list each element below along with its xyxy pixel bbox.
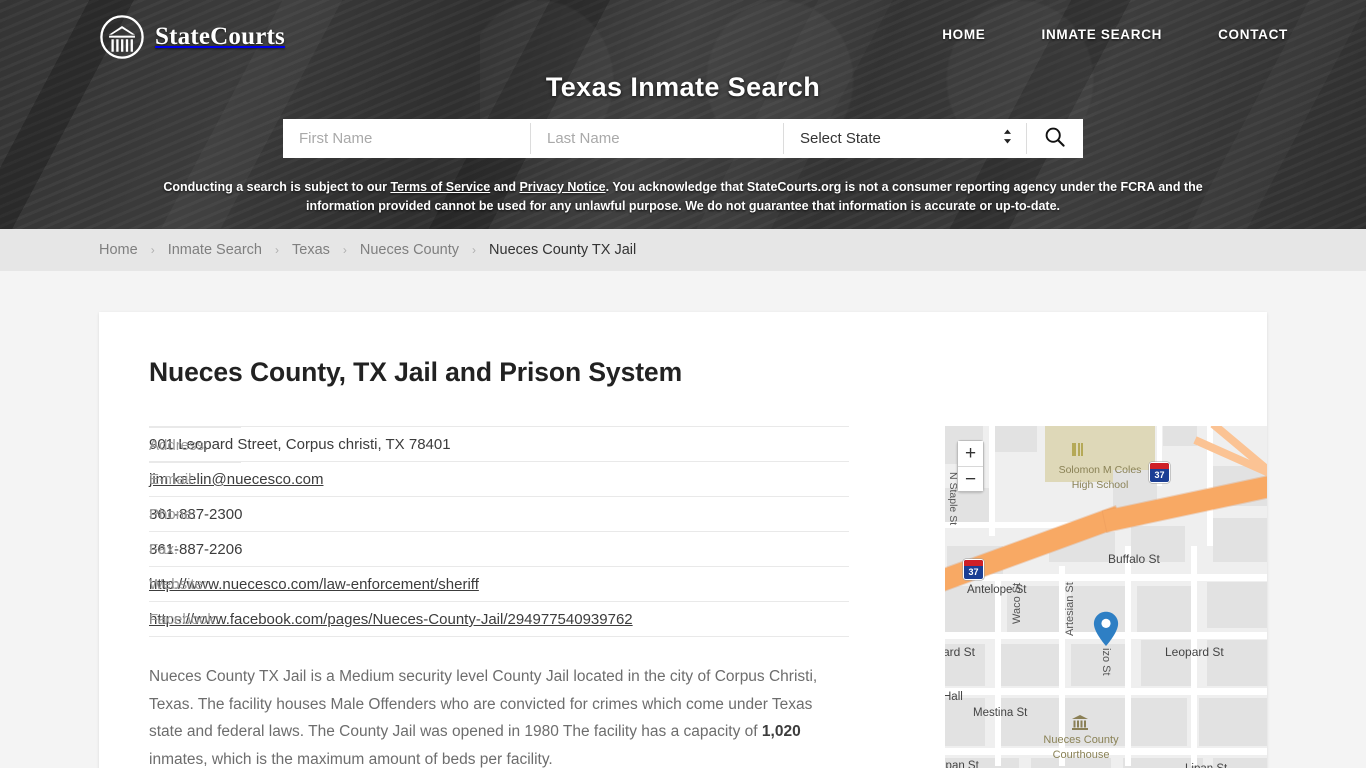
description-text-before: Nueces County TX Jail is a Medium securi… bbox=[149, 668, 818, 740]
map-column: 37 37 Solomon M Coles High School N Stap… bbox=[945, 426, 1267, 768]
highway-shield-number: 37 bbox=[968, 567, 979, 577]
state-select-wrapper: Select State bbox=[784, 119, 1026, 158]
map-label-buffalo-st: Buffalo St bbox=[1108, 552, 1160, 566]
logo-text: StateCourts bbox=[155, 23, 285, 50]
state-select[interactable]: Select State bbox=[784, 119, 1026, 158]
map-label-mestina-st: Mestina St bbox=[973, 707, 1028, 719]
row-label-fax: Fax: bbox=[149, 532, 241, 567]
search-submit-button[interactable] bbox=[1026, 123, 1083, 154]
map-road bbox=[945, 574, 1267, 581]
map-label-artesian-st: Artesian St bbox=[1064, 582, 1076, 636]
map-block bbox=[997, 644, 1059, 686]
main-navigation: HOME INMATE SEARCH CONTACT bbox=[942, 27, 1288, 42]
privacy-notice-link[interactable]: Privacy Notice bbox=[519, 180, 605, 194]
description-capacity: 1,020 bbox=[761, 723, 801, 740]
map-label-solomon-m-coles-high-school: Solomon M Coles bbox=[1058, 464, 1142, 476]
breadcrumb-separator: › bbox=[472, 243, 477, 257]
site-logo[interactable]: StateCourts bbox=[99, 14, 285, 60]
row-label-website: Website: bbox=[149, 567, 241, 602]
content-card: Nueces County, TX Jail and Prison System… bbox=[99, 312, 1267, 768]
map-label-nueces-county-courthouse: Nueces County bbox=[1043, 734, 1119, 746]
map-block bbox=[989, 426, 1037, 452]
map-road bbox=[945, 688, 1267, 695]
map-marker-icon[interactable] bbox=[1093, 611, 1119, 647]
row-value-facebook: https://www.facebook.com/pages/Nueces-Co… bbox=[149, 601, 849, 637]
school-icon bbox=[1071, 442, 1085, 463]
map-label-leopard-st-left: ard St bbox=[945, 645, 976, 659]
disclaimer-text-2: and bbox=[490, 180, 520, 194]
page-body: Nueces County, TX Jail and Prison System… bbox=[0, 271, 1366, 768]
location-map[interactable]: 37 37 Solomon M Coles High School N Stap… bbox=[945, 426, 1267, 768]
breadcrumb-current: Nueces County TX Jail bbox=[489, 242, 637, 258]
breadcrumb: Home › Inmate Search › Texas › Nueces Co… bbox=[99, 242, 636, 258]
table-row: Address: 901 Leopard Street, Corpus chri… bbox=[149, 426, 849, 463]
terms-of-service-link[interactable]: Terms of Service bbox=[390, 180, 490, 194]
table-row: Fax: 361-887-2206 bbox=[149, 531, 849, 567]
nav-item-home[interactable]: HOME bbox=[942, 27, 985, 42]
breadcrumb-item-nueces-county[interactable]: Nueces County bbox=[360, 242, 459, 258]
facility-details-column: Address: 901 Leopard Street, Corpus chri… bbox=[149, 426, 897, 768]
row-value-phone: 361-887-2300 bbox=[149, 496, 849, 532]
map-block bbox=[1207, 582, 1267, 628]
nav-item-inmate-search[interactable]: INMATE SEARCH bbox=[1042, 27, 1163, 42]
table-row: Phone: 361-887-2300 bbox=[149, 496, 849, 532]
breadcrumb-separator: › bbox=[275, 243, 279, 257]
row-value-fax: 361-887-2206 bbox=[149, 531, 849, 567]
courthouse-icon bbox=[1071, 714, 1089, 736]
table-row: E-mail: jim.kaelin@nuecesco.com bbox=[149, 461, 849, 497]
map-label-city-hall: Hall bbox=[945, 691, 963, 703]
facility-info-table: Address: 901 Leopard Street, Corpus chri… bbox=[149, 426, 849, 637]
inmate-search-form: Select State bbox=[283, 119, 1083, 158]
map-road bbox=[995, 576, 1001, 766]
map-zoom-in-button[interactable]: + bbox=[958, 441, 983, 466]
map-label-nueces-county-courthouse-line2: Courthouse bbox=[1052, 749, 1110, 761]
row-label-email: E-mail: bbox=[149, 462, 241, 497]
map-block bbox=[1163, 426, 1197, 446]
map-zoom-out-button[interactable]: − bbox=[958, 466, 983, 491]
row-label-phone: Phone: bbox=[149, 497, 241, 532]
row-value-address: 901 Leopard Street, Corpus christi, TX 7… bbox=[149, 426, 849, 462]
breadcrumb-item-inmate-search[interactable]: Inmate Search bbox=[168, 242, 262, 258]
map-block bbox=[1137, 586, 1193, 632]
search-icon bbox=[1044, 126, 1066, 151]
highway-shield-i37: 37 bbox=[963, 559, 984, 580]
map-label-solomon-m-coles-high-school-line2: High School bbox=[1071, 479, 1129, 491]
breadcrumb-separator: › bbox=[342, 243, 347, 257]
breadcrumb-item-texas[interactable]: Texas bbox=[292, 242, 330, 258]
breadcrumb-separator: › bbox=[150, 243, 155, 257]
description-text-after: inmates, which is the maximum amount of … bbox=[149, 750, 553, 768]
map-block bbox=[1213, 518, 1267, 562]
facility-description: Nueces County TX Jail is a Medium securi… bbox=[149, 663, 849, 768]
row-label-facebook: Facebook: bbox=[149, 602, 241, 637]
breadcrumb-item-home[interactable]: Home bbox=[99, 242, 138, 258]
table-row: Facebook: https://www.facebook.com/pages… bbox=[149, 601, 849, 637]
disclaimer-text-1: Conducting a search is subject to our bbox=[163, 180, 391, 194]
breadcrumb-bar: Home › Inmate Search › Texas › Nueces Co… bbox=[0, 229, 1366, 271]
courthouse-circle-icon bbox=[99, 14, 145, 60]
map-label-lipan-st-left: ipan St bbox=[945, 760, 979, 768]
first-name-input[interactable] bbox=[283, 119, 530, 158]
last-name-input[interactable] bbox=[531, 119, 783, 158]
site-header: StateCourts HOME INMATE SEARCH CONTACT T… bbox=[0, 0, 1366, 229]
row-label-address: Address: bbox=[149, 426, 241, 463]
map-road bbox=[1125, 546, 1131, 766]
map-label-waco-st: Waco St bbox=[1011, 582, 1023, 624]
nav-item-contact[interactable]: CONTACT bbox=[1218, 27, 1288, 42]
search-disclaimer: Conducting a search is subject to our Te… bbox=[0, 178, 1366, 216]
row-value-email: jim.kaelin@nuecesco.com bbox=[149, 461, 849, 497]
hero-title: Texas Inmate Search bbox=[545, 72, 821, 102]
map-road bbox=[989, 426, 995, 536]
map-zoom-controls: + − bbox=[957, 440, 984, 492]
table-row: Website: http://www.nuecesco.com/law-enf… bbox=[149, 566, 849, 602]
page-title: Nueces County, TX Jail and Prison System bbox=[149, 357, 683, 387]
map-block bbox=[945, 698, 985, 746]
map-block bbox=[1199, 698, 1267, 746]
map-label-lipan-st-right: Lipan St bbox=[1185, 763, 1227, 768]
map-label-carrizo-st: izo St bbox=[1100, 648, 1112, 676]
row-value-website: http://www.nuecesco.com/law-enforcement/… bbox=[149, 566, 849, 602]
map-label-leopard-st-right: Leopard St bbox=[1165, 645, 1224, 659]
